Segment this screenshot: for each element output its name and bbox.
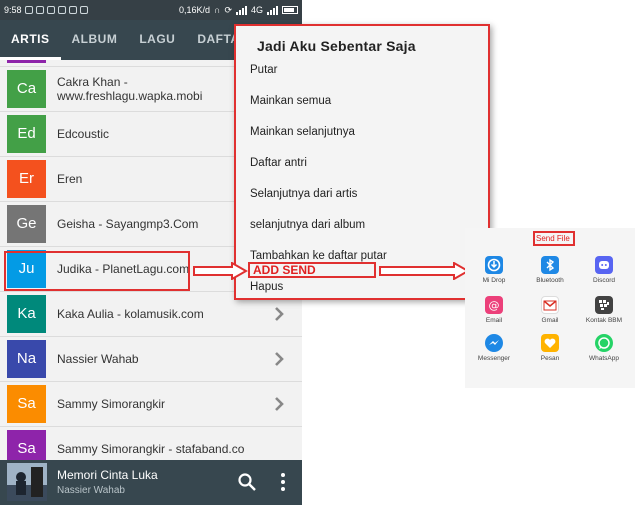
headphone-icon: ∩	[213, 5, 221, 15]
discord-icon	[595, 256, 613, 274]
now-playing-bar[interactable]: Memori Cinta Luka Nassier Wahab	[0, 460, 302, 505]
share-sheet: Mi Drop Bluetooth Discord @ Email Gmail	[465, 228, 635, 388]
share-app-pesan[interactable]: Pesan	[525, 334, 575, 362]
share-app-discord[interactable]: Discord	[579, 256, 629, 284]
list-item[interactable]: Sa Sammy Simorangkir - stafaband.co	[0, 427, 302, 460]
artist-name: Sammy Simorangkir	[57, 397, 166, 411]
share-title-annotation: Send File	[533, 231, 575, 246]
chevron-right-icon[interactable]	[270, 305, 288, 323]
bluetooth-icon	[541, 256, 559, 274]
artist-name: Sammy Simorangkir - stafaband.co	[57, 442, 245, 456]
share-app-label: Bluetooth	[536, 277, 564, 284]
share-app-label: Mi Drop	[482, 277, 506, 284]
chevron-right-icon[interactable]	[270, 395, 288, 413]
mi-drop-icon	[485, 256, 503, 274]
tab-album[interactable]: ALBUM	[61, 20, 129, 60]
artist-name: Nassier Wahab	[57, 352, 139, 366]
messenger-icon	[485, 334, 503, 352]
svg-text:@: @	[489, 299, 500, 312]
artist-avatar: Ge	[7, 205, 46, 243]
menu-item-daftar-antri[interactable]: Daftar antri	[250, 157, 307, 169]
arrow-right-icon	[193, 262, 248, 280]
signal-icon	[267, 5, 278, 15]
share-title: Send File	[536, 234, 570, 243]
share-app-label: Email	[485, 317, 503, 324]
app-icon	[68, 6, 77, 14]
share-app-label: Pesan	[540, 355, 560, 362]
search-icon[interactable]	[237, 472, 257, 492]
whatsapp-icon	[595, 334, 613, 352]
app-icon	[46, 6, 55, 14]
bbm-icon	[595, 296, 613, 314]
arrow-right-icon	[379, 262, 470, 280]
highlight-box	[4, 251, 190, 291]
artist-avatar: Sa	[7, 430, 46, 460]
gmail-icon	[541, 296, 559, 314]
artist-avatar: Ed	[7, 115, 46, 153]
sync-icon: ⟳	[224, 4, 232, 15]
add-send-label: ADD SEND	[253, 263, 316, 277]
app-icon	[79, 6, 88, 14]
now-playing-title: Memori Cinta Luka	[57, 468, 158, 482]
share-app-gmail[interactable]: Gmail	[525, 296, 575, 324]
share-app-email[interactable]: @ Email	[469, 296, 519, 324]
share-app-label: Gmail	[541, 317, 559, 324]
network-type: 4G	[250, 5, 263, 15]
facebook-icon	[35, 6, 44, 14]
battery-icon	[282, 6, 298, 14]
share-app-label: Kontak BBM	[585, 317, 623, 324]
tab-lagu[interactable]: LAGU	[128, 20, 186, 60]
app-icon	[57, 6, 66, 14]
notification-icon	[24, 6, 33, 14]
artist-avatar: Sa	[7, 385, 46, 423]
signal-icon	[235, 5, 247, 15]
list-item[interactable]: Na Nassier Wahab	[0, 337, 302, 382]
share-app-label: WhatsApp	[589, 355, 619, 362]
menu-title: Jadi Aku Sebentar Saja	[257, 38, 416, 54]
message-icon	[541, 334, 559, 352]
add-send-annotation: ADD SEND	[248, 262, 376, 278]
now-playing-artist: Nassier Wahab	[57, 485, 125, 496]
artist-avatar: Ca	[7, 70, 46, 108]
share-app-mi-drop[interactable]: Mi Drop	[469, 256, 519, 284]
menu-item-selanjutnya-dari-artis[interactable]: Selanjutnya dari artis	[250, 188, 357, 200]
share-app-label: Messenger	[477, 355, 511, 362]
share-app-label: Discord	[592, 277, 616, 284]
share-app-messenger[interactable]: Messenger	[469, 334, 519, 362]
network-speed: 0,16K/d	[178, 5, 210, 15]
artist-avatar: Na	[7, 340, 46, 378]
menu-item-putar[interactable]: Putar	[250, 64, 278, 76]
menu-item-hapus[interactable]: Hapus	[250, 281, 283, 293]
chevron-right-icon[interactable]	[270, 350, 288, 368]
status-bar: 9:58 0,16K/d ∩ ⟳ 4G	[0, 0, 302, 20]
share-app-kontak-bbm[interactable]: Kontak BBM	[579, 296, 629, 324]
artist-name: Kaka Aulia - kolamusik.com	[57, 307, 204, 321]
screenshot-stage: 9:58 0,16K/d ∩ ⟳ 4G ARTIS ALBUM LAGU DAF…	[0, 0, 640, 505]
album-art	[7, 463, 47, 501]
share-app-bluetooth[interactable]: Bluetooth	[525, 256, 575, 284]
more-vertical-icon[interactable]	[276, 472, 290, 492]
artist-avatar: Ka	[7, 295, 46, 333]
menu-item-mainkan-selanjutnya[interactable]: Mainkan selanjutnya	[250, 126, 355, 138]
share-app-whatsapp[interactable]: WhatsApp	[579, 334, 629, 362]
artist-avatar: Er	[7, 160, 46, 198]
email-icon: @	[485, 296, 503, 314]
menu-item-mainkan-semua[interactable]: Mainkan semua	[250, 95, 331, 107]
context-menu: Jadi Aku Sebentar Saja Putar Mainkan sem…	[234, 24, 490, 300]
artist-avatar	[7, 60, 46, 63]
menu-item-tambahkan-ke-daftar-putar[interactable]: Tambahkan ke daftar putar	[250, 250, 387, 262]
list-item[interactable]: Sa Sammy Simorangkir	[0, 382, 302, 427]
status-time: 9:58	[4, 5, 22, 15]
tab-artis[interactable]: ARTIS	[0, 20, 61, 60]
menu-item-selanjutnya-dari-album[interactable]: selanjutnya dari album	[250, 219, 365, 231]
